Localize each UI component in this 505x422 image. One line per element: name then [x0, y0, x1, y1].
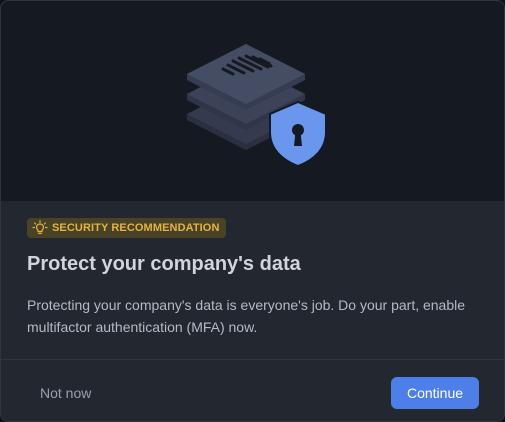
badge-label: SECURITY RECOMMENDATION: [52, 222, 220, 234]
security-recommendation-badge: SECURITY RECOMMENDATION: [27, 218, 226, 238]
footer-divider: [1, 359, 504, 360]
dialog-description: Protecting your company's data is everyo…: [27, 297, 466, 335]
continue-button[interactable]: Continue: [391, 377, 479, 409]
shield-lock-icon: [269, 100, 327, 168]
hero-illustration: [1, 1, 504, 201]
dialog-title: Protect your company's data: [27, 253, 301, 275]
lightbulb-icon: [31, 219, 49, 237]
not-now-button[interactable]: Not now: [28, 377, 103, 409]
mfa-recommendation-dialog: SECURITY RECOMMENDATION Protect your com…: [0, 0, 505, 422]
